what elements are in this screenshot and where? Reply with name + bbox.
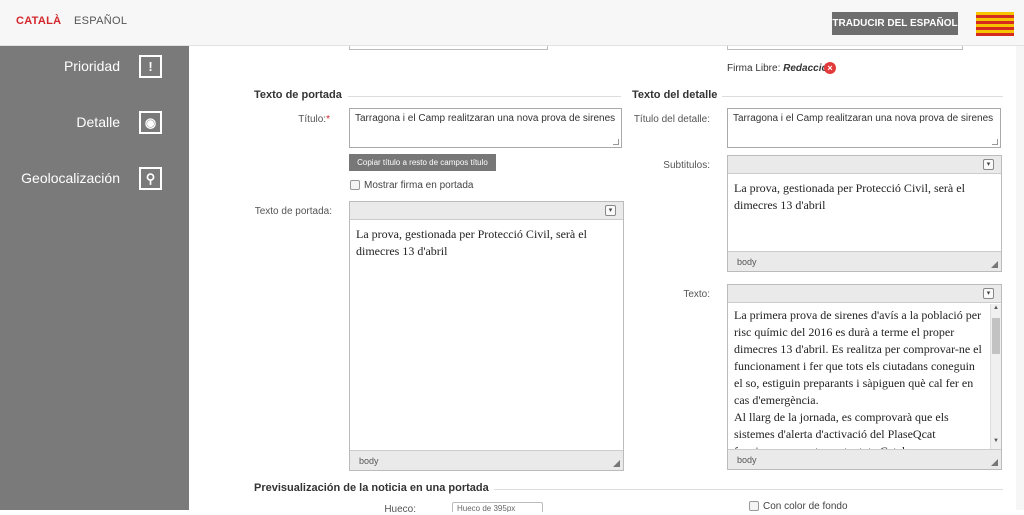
resize-grip-icon[interactable] xyxy=(991,459,998,466)
resize-grip-icon[interactable] xyxy=(613,460,620,467)
sidebar-item-geolocalizacion[interactable]: Geolocalización xyxy=(21,170,120,186)
resize-grip-icon[interactable] xyxy=(991,261,998,268)
section-divider xyxy=(494,489,1003,490)
sidebar: Prioridad ! Detalle ◉ Geolocalización ⚲ xyxy=(0,46,189,510)
subtitulos-label: Subtitulos: xyxy=(663,160,710,171)
texto-label: Texto: xyxy=(683,289,710,300)
map-pin-icon[interactable]: ⚲ xyxy=(139,167,162,190)
texto-portada-label: Texto de portada: xyxy=(254,206,332,217)
lang-espanol-tab[interactable]: ESPAÑOL xyxy=(74,15,127,27)
firma-libre-caption: Firma Libre: xyxy=(727,63,781,74)
mostrar-firma-checkbox[interactable] xyxy=(350,180,360,190)
section-title-detalle: Texto del detalle xyxy=(632,89,718,101)
titulo-detalle-value: Tarragona i el Camp realitzaran una nova… xyxy=(733,113,994,124)
editor-toolbar: ▾ xyxy=(728,285,1001,303)
titulo-label: Título:* xyxy=(250,114,330,125)
texto-detalle-body[interactable]: La primera prova de sirenes d'avís a la … xyxy=(728,304,989,449)
copy-title-button[interactable]: Copiar título a resto de campos título xyxy=(349,154,496,171)
toolbar-dropdown-icon[interactable]: ▾ xyxy=(983,159,994,170)
texto-portada-editor[interactable]: ▾ La prova, gestionada per Protecció Civ… xyxy=(349,201,624,471)
editor-statusbar: body xyxy=(728,251,1001,271)
editor-path: body xyxy=(737,257,757,267)
subtitulos-editor[interactable]: ▾ La prova, gestionada per Protecció Civ… xyxy=(727,155,1002,272)
exclamation-icon[interactable]: ! xyxy=(139,55,162,78)
editor-scrollbar[interactable]: ▲ ▼ xyxy=(990,304,1001,449)
texto-paragraph: La primera prova de sirenes d'avís a la … xyxy=(734,308,982,407)
section-divider xyxy=(348,96,621,97)
resize-handle-icon[interactable] xyxy=(992,139,998,145)
subtitulos-value: La prova, gestionada per Protecció Civil… xyxy=(734,181,965,212)
color-fondo-label: Con color de fondo xyxy=(763,501,848,512)
editor-path: body xyxy=(737,455,757,465)
editor-statusbar: body xyxy=(350,450,623,470)
sidebar-item-prioridad[interactable]: Prioridad xyxy=(64,58,120,74)
resize-handle-icon[interactable] xyxy=(613,139,619,145)
top-bar: CATALÀ ESPAÑOL TRADUCIR DEL ESPAÑOL xyxy=(0,0,1024,46)
texto-portada-body[interactable]: La prova, gestionada per Protecció Civil… xyxy=(350,221,623,450)
texto-portada-value: La prova, gestionada per Protecció Civil… xyxy=(356,227,587,258)
firma-libre-value: Redacció xyxy=(783,63,828,74)
scroll-down-icon[interactable]: ▼ xyxy=(991,438,1001,448)
editor-path: body xyxy=(359,456,379,466)
scroll-up-icon[interactable]: ▲ xyxy=(991,305,1001,315)
scrolled-input-right[interactable] xyxy=(727,46,963,50)
required-mark: * xyxy=(326,114,330,125)
hueco-select[interactable]: Hueco de 395px xyxy=(452,502,543,512)
texto-detalle-editor[interactable]: ▾ La primera prova de sirenes d'avís a l… xyxy=(727,284,1002,470)
titulo-detalle-label: Título del detalle: xyxy=(633,114,710,125)
hueco-value: Hueco de 395px xyxy=(457,504,516,512)
mostrar-firma-label: Mostrar firma en portada xyxy=(364,180,474,191)
toolbar-dropdown-icon[interactable]: ▾ xyxy=(983,288,994,299)
scrolled-input-left[interactable] xyxy=(349,46,548,50)
titulo-portada-input[interactable]: Tarragona i el Camp realitzaran una nova… xyxy=(349,108,622,148)
toolbar-dropdown-icon[interactable]: ▾ xyxy=(605,205,616,216)
translate-button[interactable]: TRADUCIR DEL ESPAÑOL xyxy=(832,12,958,35)
texto-paragraph: Al llarg de la jornada, es comprovarà qu… xyxy=(734,410,949,449)
firma-libre-label: Firma Libre: Redacció xyxy=(727,63,828,74)
subtitulos-body[interactable]: La prova, gestionada per Protecció Civil… xyxy=(728,175,1001,251)
editor-toolbar: ▾ xyxy=(350,202,623,220)
sidebar-item-detalle[interactable]: Detalle xyxy=(76,114,120,130)
section-title-preview: Previsualización de la noticia en una po… xyxy=(254,482,489,494)
remove-firma-icon[interactable]: × xyxy=(824,62,836,74)
editor-statusbar: body xyxy=(728,449,1001,469)
lang-catala-tab[interactable]: CATALÀ xyxy=(16,15,61,27)
eye-icon[interactable]: ◉ xyxy=(139,111,162,134)
scroll-thumb[interactable] xyxy=(992,318,1000,354)
section-title-portada: Texto de portada xyxy=(254,89,342,101)
editor-toolbar: ▾ xyxy=(728,156,1001,174)
catalan-flag-icon[interactable] xyxy=(976,12,1014,36)
titulo-label-text: Título: xyxy=(298,114,327,125)
section-divider xyxy=(722,96,1003,97)
titulo-portada-value: Tarragona i el Camp realitzaran una nova… xyxy=(355,113,616,124)
page-scrollbar[interactable] xyxy=(1016,46,1024,510)
titulo-detalle-input[interactable]: Tarragona i el Camp realitzaran una nova… xyxy=(727,108,1001,148)
